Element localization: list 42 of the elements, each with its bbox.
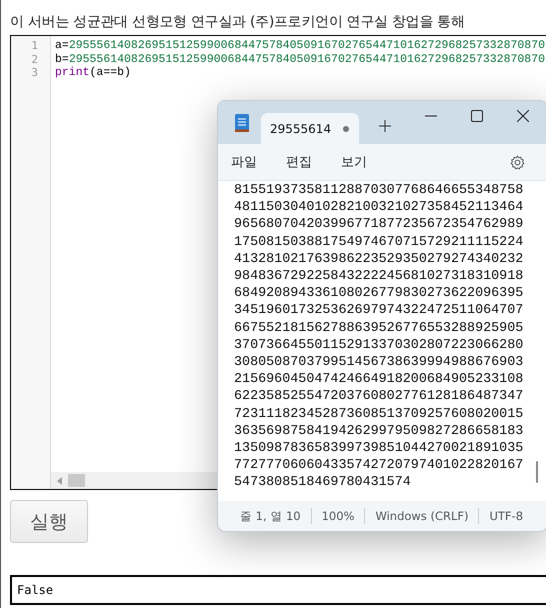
text-line: 370736645501152913370302807223066280 [234, 336, 524, 354]
text-line: 481150304010282100321027358452113464 [234, 199, 524, 216]
text-line: 345196017325362697974322472511064707 [234, 302, 524, 320]
line-number: 1 [30, 39, 39, 52]
line-number: 3 [30, 66, 39, 80]
text-line: 5473808518469780431574 [234, 474, 411, 492]
close-icon[interactable] [517, 110, 529, 122]
code-line: print(a==b) [55, 66, 132, 80]
text-line: 684920894336108026779830273622096395 [234, 285, 524, 302]
menu-item[interactable]: 편집 [286, 153, 312, 171]
text-line: 723111823452873608513709257608020015 [234, 406, 524, 423]
page-heading: 이 서버는 성균관대 선형모형 연구실과 (주)프로키언이 연구실 창업을 통해 [9, 13, 466, 32]
new-tab-icon[interactable] [379, 120, 391, 132]
text-line: 308050870379951456738639994988676903 [234, 354, 524, 372]
notepad-icon [235, 114, 249, 132]
menu-item[interactable]: 파일 [231, 153, 257, 171]
text-line: 772777060604335742720797401022820167 [234, 457, 524, 474]
scrollbar-thumb[interactable] [536, 461, 538, 483]
text-line: 815519373581128870307768646655348758 [234, 182, 524, 200]
text-line: 984836729225843222245681027318310918 [234, 268, 524, 286]
document-tab[interactable]: 29555614 [261, 113, 359, 144]
text-line: 667552181562788639526776553288925905 [234, 320, 524, 337]
menu-item[interactable]: 보기 [341, 153, 367, 171]
run-button[interactable]: 실행 [10, 500, 88, 543]
code-line: b=295556140826951512599006844757840509167027654471016272968257332870870 [55, 52, 545, 66]
text-line: 363569875841942629979509827286658183 [234, 422, 524, 440]
text-line: 215696045047424664918200684905233108 [234, 371, 524, 388]
scrollbar-thumb[interactable] [68, 474, 85, 487]
output-text: False [17, 583, 54, 597]
text-line: 135098783658399739851044270021891035 [234, 440, 524, 458]
maximize-icon[interactable] [471, 110, 483, 122]
text-line: 175081503881754974670715729211115224 [234, 234, 524, 251]
line-number: 2 [30, 52, 39, 66]
text-line: 965680704203996771877235672354762989 [234, 216, 524, 234]
status-text: 줄 1, 열 10 [240, 508, 301, 524]
code-line: a=295556140826951512599006844757840509167027654471016272968257332870870 [55, 39, 545, 52]
text-line: 622358525547203760802776128186487347 [234, 388, 524, 406]
status-text: 100% [322, 509, 354, 523]
status-text: UTF-8 [489, 509, 524, 523]
settings-icon[interactable] [510, 154, 525, 170]
text-line: 413281021763986223529350279274340232 [234, 250, 524, 268]
status-text: Windows (CRLF) [375, 509, 468, 523]
